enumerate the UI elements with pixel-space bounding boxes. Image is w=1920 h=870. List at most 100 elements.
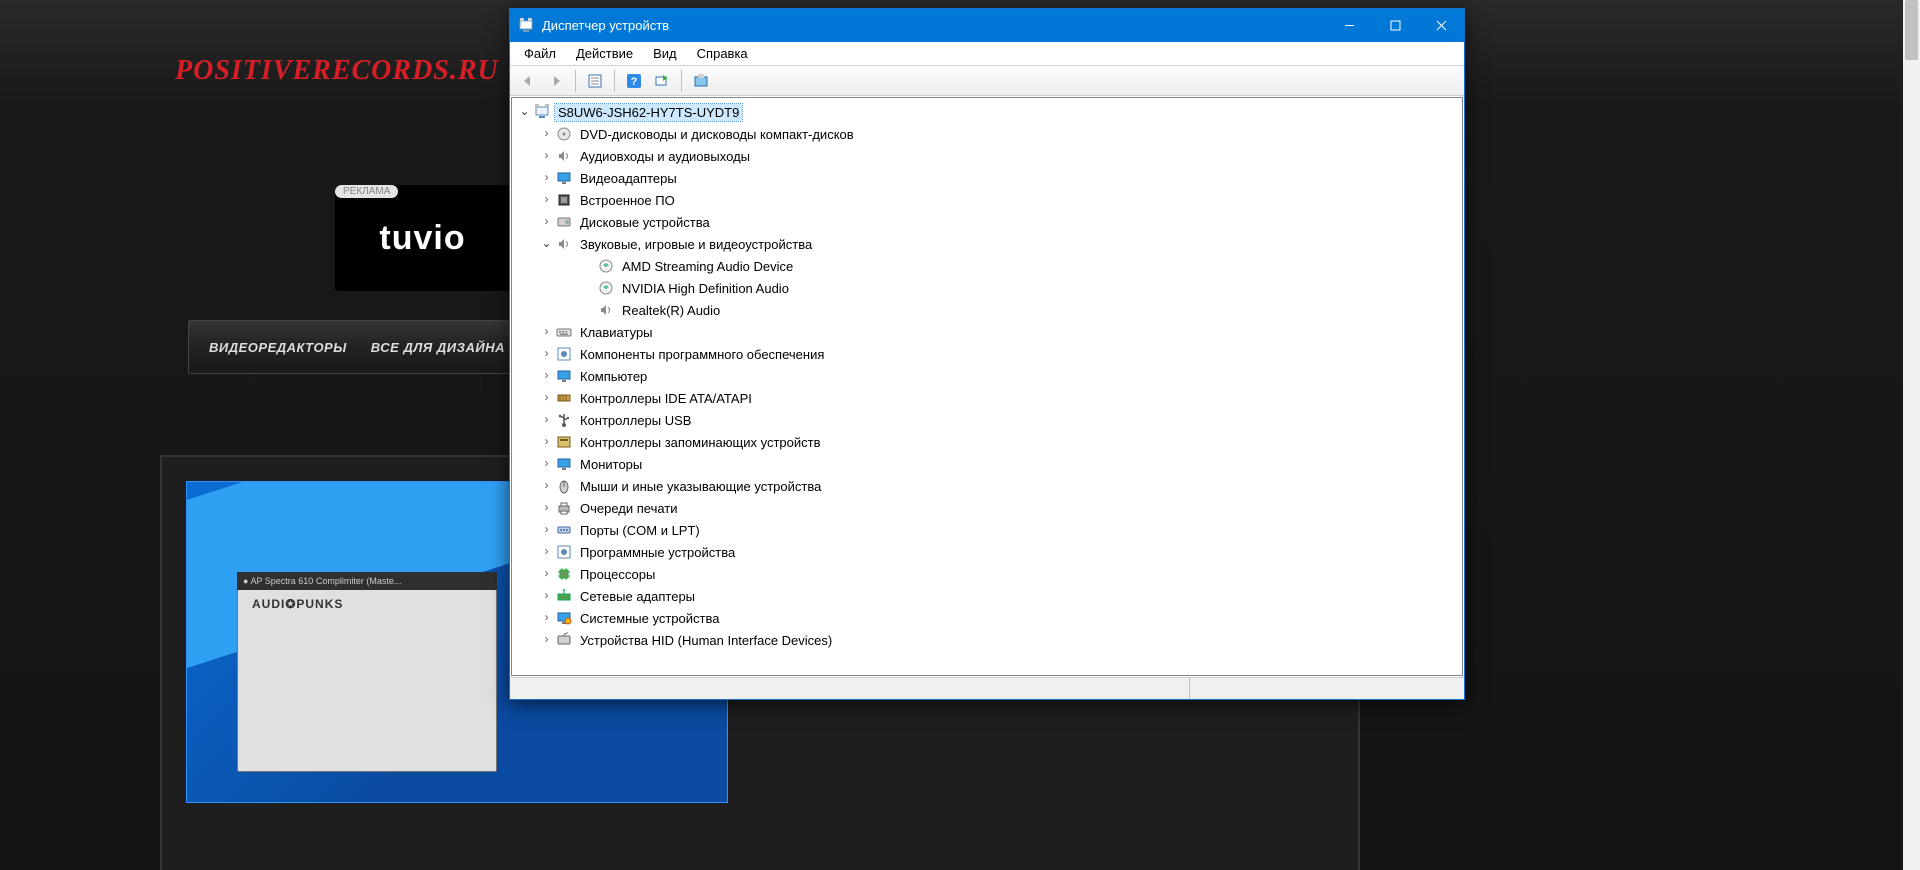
menu-help[interactable]: Справка — [689, 44, 756, 63]
tree-category-print[interactable]: › Очереди печати — [515, 497, 1462, 519]
expander-icon[interactable]: › — [539, 502, 554, 514]
tree-category-soft-dev[interactable]: › Программные устройства — [515, 541, 1462, 563]
device-tree[interactable]: ⌄ S8UW6-JSH62-HY7TS-UYDT9 › DVD-дисковод… — [511, 97, 1463, 676]
help-button[interactable]: ? — [622, 69, 646, 93]
tree-device-amd[interactable]: AMD Streaming Audio Device — [515, 255, 1462, 277]
tree-category-audioio[interactable]: › Аудиовходы и аудиовыходы — [515, 145, 1462, 167]
tree-category-label: Мониторы — [577, 456, 645, 473]
tree-root[interactable]: ⌄ S8UW6-JSH62-HY7TS-UYDT9 — [515, 101, 1462, 123]
tree-category-usb[interactable]: › Контроллеры USB — [515, 409, 1462, 431]
expander-icon[interactable]: › — [539, 634, 554, 646]
expander-icon[interactable]: › — [539, 590, 554, 602]
tree-category-keyboard[interactable]: › Клавиатуры — [515, 321, 1462, 343]
minimize-button[interactable] — [1326, 9, 1372, 42]
sw-icon — [555, 345, 573, 363]
ad-block[interactable]: tuvio — [335, 185, 510, 291]
tree-category-storage-ctl[interactable]: › Контроллеры запоминающих устройств — [515, 431, 1462, 453]
tree-category-cpu[interactable]: › Процессоры — [515, 563, 1462, 585]
expander-icon[interactable]: › — [539, 546, 554, 558]
site-logo[interactable]: POSITIVERECORDS.RU — [175, 55, 499, 87]
display-icon — [555, 455, 573, 473]
expander-icon[interactable]: › — [539, 216, 554, 228]
tree-category-monitors[interactable]: › Мониторы — [515, 453, 1462, 475]
ad-label: РЕКЛАМА — [335, 185, 398, 198]
tree-category-firmware[interactable]: › Встроенное ПО — [515, 189, 1462, 211]
plugin-titlebar: ● AP Spectra 610 Complimiter (Maste... — [237, 572, 497, 590]
window-title: Диспетчер устройств — [542, 18, 1326, 33]
expander-icon[interactable]: › — [539, 568, 554, 580]
tree-category-software-comp[interactable]: › Компоненты программного обеспечения — [515, 343, 1462, 365]
expander-icon[interactable]: › — [539, 458, 554, 470]
tree-category-net[interactable]: › Сетевые адаптеры — [515, 585, 1462, 607]
nav-item-video-editors[interactable]: ВИДЕОРЕДАКТОРЫ — [209, 340, 347, 355]
sound-dev-icon — [597, 257, 615, 275]
speaker-icon — [555, 147, 573, 165]
expander-icon[interactable]: › — [539, 612, 554, 624]
titlebar[interactable]: Диспетчер устройств — [510, 9, 1464, 42]
close-button[interactable] — [1418, 9, 1464, 42]
plugin-brand: AUDI✪PUNKS — [252, 597, 343, 611]
menu-view[interactable]: Вид — [645, 44, 685, 63]
expander-icon[interactable]: ⌄ — [517, 106, 532, 118]
tree-category-label: Дисковые устройства — [577, 214, 713, 231]
display-icon — [555, 367, 573, 385]
expander-icon[interactable]: › — [539, 326, 554, 338]
expander-icon[interactable]: › — [539, 128, 554, 140]
tree-category-label: Процессоры — [577, 566, 658, 583]
tree-category-ports[interactable]: › Порты (COM и LPT) — [515, 519, 1462, 541]
tree-category-dvd[interactable]: › DVD-дисководы и дисководы компакт-диск… — [515, 123, 1462, 145]
expander-icon[interactable]: › — [539, 414, 554, 426]
back-button — [516, 69, 540, 93]
toolbar: ? — [510, 66, 1464, 96]
page-scrollbar-thumb[interactable] — [1905, 0, 1918, 60]
tree-category-system[interactable]: › Системные устройства — [515, 607, 1462, 629]
expander-icon[interactable]: › — [539, 524, 554, 536]
display-icon — [555, 169, 573, 187]
hid-icon — [555, 631, 573, 649]
sys-icon — [555, 609, 573, 627]
show-hidden-button[interactable] — [689, 69, 713, 93]
menu-file[interactable]: Файл — [516, 44, 564, 63]
expander-icon[interactable]: › — [539, 436, 554, 448]
tree-category-label: Видеоадаптеры — [577, 170, 680, 187]
tree-category-video[interactable]: › Видеоадаптеры — [515, 167, 1462, 189]
expander-icon[interactable]: › — [539, 194, 554, 206]
svg-text:?: ? — [631, 76, 638, 88]
menu-action[interactable]: Действие — [568, 44, 641, 63]
tree-category-hid[interactable]: › Устройства HID (Human Interface Device… — [515, 629, 1462, 651]
tree-device-nvidia[interactable]: NVIDIA High Definition Audio — [515, 277, 1462, 299]
expander-icon[interactable]: › — [539, 150, 554, 162]
hdd-icon — [555, 213, 573, 231]
ide-icon — [555, 389, 573, 407]
tree-category-mice[interactable]: › Мыши и иные указывающие устройства — [515, 475, 1462, 497]
maximize-button[interactable] — [1372, 9, 1418, 42]
expander-icon[interactable]: › — [539, 348, 554, 360]
tree-category-disk[interactable]: › Дисковые устройства — [515, 211, 1462, 233]
scan-hardware-button[interactable] — [650, 69, 674, 93]
tree-category-label: Очереди печати — [577, 500, 681, 517]
tree-category-label: Аудиовходы и аудиовыходы — [577, 148, 753, 165]
disc-icon — [555, 125, 573, 143]
tree-category-sound[interactable]: ⌄ Звуковые, игровые и видеоустройства — [515, 233, 1462, 255]
tree-device-realtek[interactable]: Realtek(R) Audio — [515, 299, 1462, 321]
expander-icon[interactable]: › — [539, 480, 554, 492]
speaker-icon — [597, 301, 615, 319]
storage-icon — [555, 433, 573, 451]
tree-category-label: Контроллеры USB — [577, 412, 694, 429]
page-scrollbar[interactable] — [1903, 0, 1920, 870]
tree-category-ide[interactable]: › Контроллеры IDE ATA/ATAPI — [515, 387, 1462, 409]
tree-category-label: Компьютер — [577, 368, 650, 385]
expander-icon[interactable]: › — [539, 370, 554, 382]
tree-category-computer[interactable]: › Компьютер — [515, 365, 1462, 387]
tree-category-label: Компоненты программного обеспечения — [577, 346, 827, 363]
expander-icon[interactable]: › — [539, 392, 554, 404]
mouse-icon — [555, 477, 573, 495]
tree-category-label: Сетевые адаптеры — [577, 588, 698, 605]
expander-icon[interactable]: › — [539, 172, 554, 184]
tree-device-label: NVIDIA High Definition Audio — [619, 280, 792, 297]
nav-item-design[interactable]: ВСЕ ДЛЯ ДИЗАЙНА⌄ — [371, 340, 519, 355]
app-icon — [518, 18, 534, 34]
expander-icon[interactable]: ⌄ — [539, 238, 554, 250]
tree-category-label: Порты (COM и LPT) — [577, 522, 703, 539]
properties-button[interactable] — [583, 69, 607, 93]
